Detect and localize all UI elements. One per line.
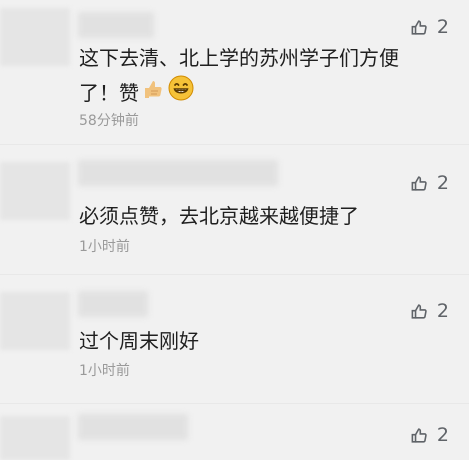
- comment-time: 1小时前: [79, 239, 130, 255]
- username-blur[interactable]: [78, 12, 154, 38]
- comment-2: 2 必须点赞，去北京越来越便捷了 1小时前: [0, 145, 469, 274]
- avatar[interactable]: [0, 292, 70, 350]
- thumbs-up-icon: [410, 174, 429, 193]
- thumbs-up-icon: [410, 302, 429, 321]
- comment-text: 必须点赞，去北京越来越便捷了: [79, 204, 359, 228]
- avatar[interactable]: [0, 162, 70, 220]
- grinning-face-emoji: [167, 74, 195, 111]
- comment-4: 2: [0, 404, 469, 460]
- like-count: 2: [436, 300, 449, 322]
- avatar[interactable]: [0, 416, 70, 460]
- thumbs-up-icon: [410, 426, 429, 445]
- username-blur[interactable]: [78, 160, 278, 186]
- thumbs-up-icon: [410, 18, 429, 37]
- thumbs-up-emoji: [141, 77, 165, 109]
- comment-1: 2 这下去清、北上学的苏州学子们方便 了！赞 58分钟前: [0, 0, 469, 144]
- like-button[interactable]: 2: [410, 300, 449, 322]
- comment-time: 1小时前: [79, 363, 130, 379]
- username-blur[interactable]: [78, 291, 148, 317]
- username-blur[interactable]: [78, 414, 188, 440]
- avatar[interactable]: [0, 8, 70, 66]
- comment-text: 过个周末刚好: [79, 329, 199, 353]
- like-count: 2: [436, 172, 449, 194]
- comment-time: 58分钟前: [79, 113, 139, 129]
- comment-3: 2 过个周末刚好 1小时前: [0, 275, 469, 403]
- comment-text-line-2: 了！赞: [79, 80, 139, 105]
- like-button[interactable]: 2: [410, 172, 449, 194]
- like-button[interactable]: 2: [410, 424, 449, 446]
- comment-text: 这下去清、北上学的苏州学子们方便 了！赞: [79, 42, 429, 111]
- like-button[interactable]: 2: [410, 16, 449, 38]
- like-count: 2: [436, 16, 449, 38]
- like-count: 2: [436, 424, 449, 446]
- comment-text-line-1: 这下去清、北上学的苏州学子们方便: [79, 46, 399, 70]
